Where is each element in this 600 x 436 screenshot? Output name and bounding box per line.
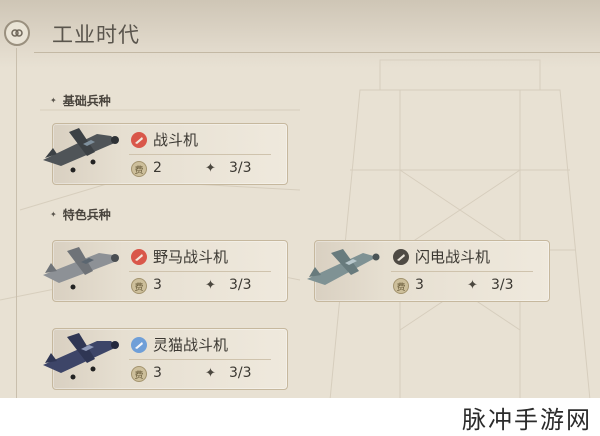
sparkle-icon: ✦ xyxy=(467,278,478,293)
unit-type-badge xyxy=(131,249,147,265)
page-title: 工业时代 xyxy=(52,23,140,47)
sparkle-icon: ✦ xyxy=(205,161,216,176)
unit-cost: 3 xyxy=(153,277,162,293)
coin-icon: 费 xyxy=(131,366,147,382)
coin-icon: 费 xyxy=(131,278,147,294)
plane-badge-icon xyxy=(135,137,143,144)
card-divider xyxy=(129,359,271,360)
unit-card-lightning[interactable]: 闪电战斗机 费 3 ✦ 3/3 xyxy=(307,240,550,302)
section-label: 特色兵种 xyxy=(62,208,111,222)
unit-count: 3/3 xyxy=(229,277,252,293)
unit-cost: 2 xyxy=(153,160,162,176)
plane-badge-icon xyxy=(135,342,143,349)
card-divider xyxy=(391,271,533,272)
unit-name: 野马战斗机 xyxy=(153,248,229,266)
plane-icon xyxy=(43,128,119,173)
unit-type-badge xyxy=(393,249,409,265)
left-guide-line xyxy=(16,48,17,398)
unit-type-badge xyxy=(131,337,147,353)
plane-icon xyxy=(307,249,380,285)
diamond-icon: ✦ xyxy=(50,96,57,105)
unit-cost: 3 xyxy=(153,365,162,381)
header-divider xyxy=(34,52,600,53)
sparkle-icon: ✦ xyxy=(205,366,216,381)
watermark: 脉冲手游网 xyxy=(462,406,592,434)
unit-name: 灵猫战斗机 xyxy=(153,336,229,354)
unit-name: 闪电战斗机 xyxy=(415,248,491,266)
unit-count: 3/3 xyxy=(491,277,514,293)
section-special-units: ✦ 特色兵种 xyxy=(50,206,111,223)
section-basic-units: ✦ 基础兵种 xyxy=(50,92,111,109)
unit-card-mustang[interactable]: 野马战斗机 费 3 ✦ 3/3 xyxy=(43,240,288,302)
plane-badge-icon xyxy=(397,254,405,261)
plane-icon xyxy=(43,333,119,380)
unit-card-wildcat[interactable]: 灵猫战斗机 费 3 ✦ 3/3 xyxy=(43,328,288,390)
unit-count: 3/3 xyxy=(229,160,252,176)
unit-card-fighter[interactable]: 战斗机 费 2 ✦ 3/3 xyxy=(43,123,288,185)
coin-icon: 费 xyxy=(393,278,409,294)
unit-type-badge xyxy=(131,132,147,148)
section-label: 基础兵种 xyxy=(62,94,111,108)
plane-icon xyxy=(43,247,119,290)
sparkle-icon: ✦ xyxy=(205,278,216,293)
unit-cost: 3 xyxy=(415,277,424,293)
card-divider xyxy=(129,271,271,272)
plane-badge-icon xyxy=(135,254,143,261)
diamond-icon: ✦ xyxy=(50,210,57,219)
screen: 工业时代 ✦ 基础兵种 战斗机 费 2 ✦ 3/3 ✦ 特色兵种 野马战斗机 费… xyxy=(0,0,600,436)
card-divider xyxy=(129,154,271,155)
unit-name: 战斗机 xyxy=(153,131,199,149)
unit-count: 3/3 xyxy=(229,365,252,381)
link-icon-glyph xyxy=(11,29,23,37)
coin-icon: 费 xyxy=(131,161,147,177)
link-icon[interactable] xyxy=(4,20,30,46)
